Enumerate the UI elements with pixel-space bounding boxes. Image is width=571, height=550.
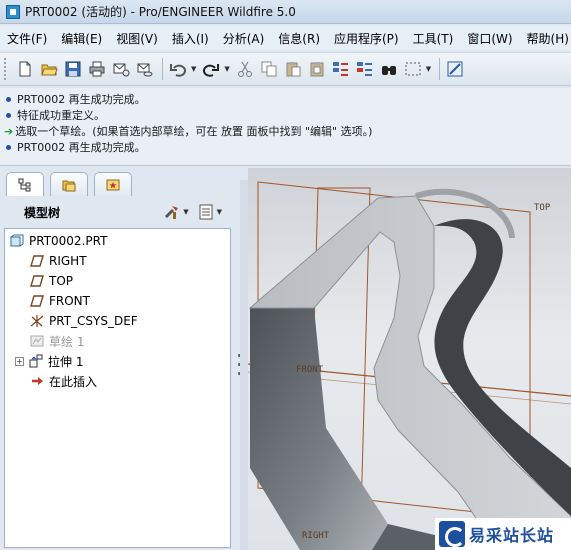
settings-dropdown-icon[interactable]: ▼ (183, 208, 188, 216)
undo-icon[interactable] (167, 58, 189, 80)
panel-divider[interactable] (240, 180, 248, 550)
datum-label-right: RIGHT (302, 531, 330, 541)
paste-icon[interactable] (282, 58, 304, 80)
model-tree-tools: ▼ ▼ (163, 203, 230, 221)
message-text: PRT0002 再生成功完成。 (17, 141, 146, 154)
save-icon[interactable] (62, 58, 84, 80)
show-dropdown-icon[interactable]: ▼ (217, 208, 222, 216)
insert-here-icon (29, 373, 45, 389)
regenerate-manager-icon[interactable] (354, 58, 376, 80)
menu-help[interactable]: 帮助(H) (520, 30, 571, 47)
tree-node-right[interactable]: RIGHT (5, 251, 230, 271)
watermark-text: 易采站长站 (469, 526, 555, 545)
toolbar-grip[interactable] (4, 58, 8, 80)
menu-bar: 文件(F) 编辑(E) 视图(V) 插入(I) 分析(A) 信息(R) 应用程序… (0, 26, 571, 50)
main-toolbar: ▼ ▼ ▼ (0, 52, 571, 86)
open-icon[interactable] (38, 58, 60, 80)
info-bullet-icon (6, 96, 11, 102)
select-dropdown-icon[interactable]: ▼ (426, 65, 431, 73)
message-text: 选取一个草绘。(如果首选内部草绘，可在 放置 面板中找到 "编辑" 选项。) (15, 125, 373, 138)
menu-applications[interactable]: 应用程序(P) (327, 30, 406, 47)
paste-special-icon[interactable] (306, 58, 328, 80)
model-tree-tab-icon[interactable] (6, 172, 44, 196)
menu-info[interactable]: 信息(R) (271, 30, 327, 47)
menu-insert[interactable]: 插入(I) (165, 30, 216, 47)
extrude-icon (28, 353, 44, 369)
message-line: PRT0002 再生成功完成。 (4, 139, 567, 155)
menu-edit[interactable]: 编辑(E) (54, 30, 109, 47)
toolbar-separator (439, 58, 441, 80)
tree-node-label: 拉伸 1 (48, 354, 84, 369)
navigator-tabs (6, 172, 138, 196)
model-tree: PRT0002.PRT RIGHT TOP FRONT PRT_CSYS_DEF… (4, 228, 231, 548)
datum-label-front: FRONT (296, 365, 324, 375)
tree-node-insert-here[interactable]: 在此插入 (5, 371, 230, 391)
message-text: 特征成功重定义。 (17, 109, 105, 122)
prompt-arrow-icon: ➔ (4, 124, 14, 138)
copy-icon[interactable] (258, 58, 280, 80)
tree-node-extrude[interactable]: + 拉伸 1 (5, 351, 230, 371)
tree-node-front[interactable]: FRONT (5, 291, 230, 311)
message-area: PRT0002 再生成功完成。 特征成功重定义。 ➔ 选取一个草绘。(如果首选内… (0, 88, 571, 166)
watermark: 易采站长站 (435, 518, 571, 550)
tree-node-csys[interactable]: PRT_CSYS_DEF (5, 311, 230, 331)
menu-file[interactable]: 文件(F) (0, 30, 54, 47)
tree-node-label: TOP (49, 274, 74, 288)
message-line: ➔ 选取一个草绘。(如果首选内部草绘，可在 放置 面板中找到 "编辑" 选项。) (4, 123, 567, 139)
tree-node-sketch[interactable]: 草绘 1 (5, 331, 230, 351)
window-title: PRT0002 (活动的) - Pro/ENGINEER Wildfire 5.… (25, 5, 296, 19)
navigator-panel: 模型树 ▼ ▼ PRT0002.PRT RIGHT TOP FRONT PRT_… (0, 168, 241, 550)
datum-plane-icon (29, 253, 45, 269)
find-icon[interactable] (378, 58, 400, 80)
undo-dropdown-icon[interactable]: ▼ (191, 65, 196, 73)
menu-view[interactable]: 视图(V) (109, 30, 165, 47)
favorites-tab-icon[interactable] (94, 172, 132, 196)
redo-icon[interactable] (200, 58, 222, 80)
part-icon (9, 233, 25, 249)
redo-dropdown-icon[interactable]: ▼ (224, 65, 229, 73)
settings-icon[interactable] (163, 203, 181, 221)
sketch-tool-icon[interactable] (444, 58, 466, 80)
tree-node-label: PRT_CSYS_DEF (49, 314, 138, 328)
tree-node-label: 在此插入 (49, 374, 98, 389)
expand-toggle-icon[interactable]: + (15, 356, 24, 366)
csys-icon (29, 313, 45, 329)
print-icon[interactable] (86, 58, 108, 80)
datum-plane-icon (29, 273, 45, 289)
message-line: 特征成功重定义。 (4, 107, 567, 123)
show-options-icon[interactable] (197, 203, 215, 221)
tree-node-label: 草绘 1 (49, 334, 85, 349)
regenerate-icon[interactable] (330, 58, 352, 80)
graphics-window[interactable]: TOP FRONT RIGHT 易采站长站 (248, 168, 571, 550)
tree-node-part[interactable]: PRT0002.PRT (5, 231, 230, 251)
watermark-logo-icon (439, 521, 465, 547)
tree-node-top[interactable]: TOP (5, 271, 230, 291)
model-tree-header: 模型树 ▼ ▼ (0, 198, 240, 226)
model-viewport[interactable]: TOP FRONT RIGHT (248, 168, 571, 550)
select-box-icon[interactable] (402, 58, 424, 80)
email-icon[interactable] (110, 58, 132, 80)
new-icon[interactable] (14, 58, 36, 80)
menu-analysis[interactable]: 分析(A) (216, 30, 272, 47)
info-bullet-icon (6, 144, 11, 150)
email-link-icon[interactable] (134, 58, 156, 80)
tree-node-label: FRONT (49, 294, 90, 308)
datum-plane-icon (29, 293, 45, 309)
proe-app-icon (6, 4, 20, 19)
cut-icon[interactable] (234, 58, 256, 80)
tree-node-label: RIGHT (49, 254, 87, 268)
folder-browser-tab-icon[interactable] (50, 172, 88, 196)
toolbar-separator (162, 58, 163, 80)
message-text: PRT0002 再生成功完成。 (17, 93, 146, 106)
info-bullet-icon (6, 112, 11, 118)
datum-label-top: TOP (534, 203, 551, 213)
title-bar: PRT0002 (活动的) - Pro/ENGINEER Wildfire 5.… (0, 0, 571, 24)
model-tree-title: 模型树 (24, 205, 61, 220)
menu-window[interactable]: 窗口(W) (460, 30, 519, 47)
menu-tools[interactable]: 工具(T) (406, 30, 461, 47)
message-line: PRT0002 再生成功完成。 (4, 91, 567, 107)
tree-node-label: PRT0002.PRT (29, 234, 108, 248)
sketch-icon (29, 333, 45, 349)
